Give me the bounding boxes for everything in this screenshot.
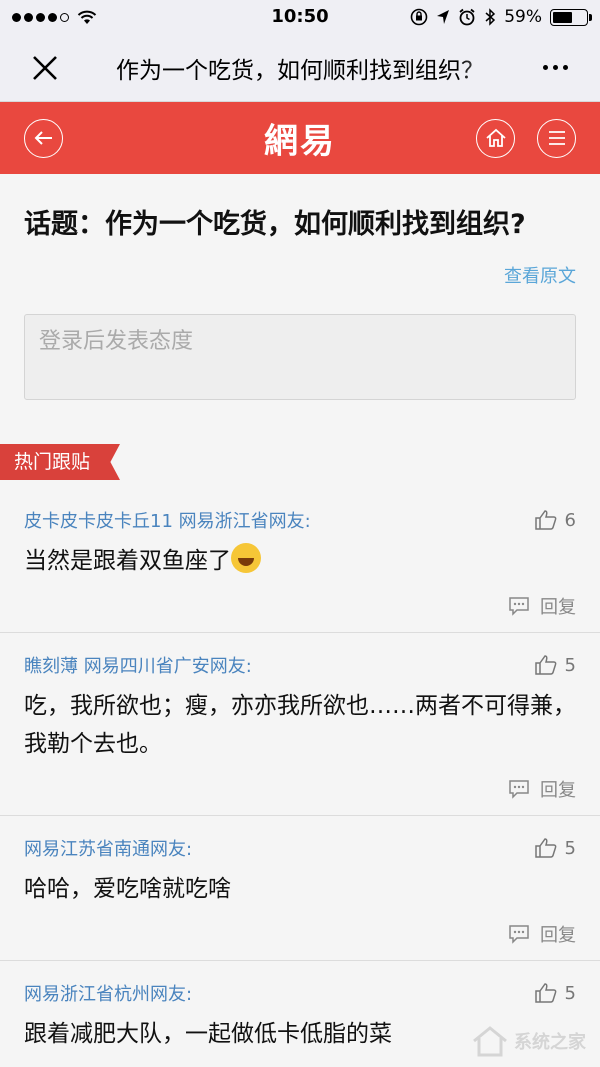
comment-item: 皮卡皮卡皮卡丘11 网易浙江省网友: 6 当然是跟着双鱼座了 回复 xyxy=(0,488,600,633)
view-original-link[interactable]: 查看原文 xyxy=(0,246,600,288)
signal-icon xyxy=(12,12,69,22)
menu-icon xyxy=(548,131,565,145)
more-button[interactable] xyxy=(510,65,600,70)
comment-bubble-icon[interactable] xyxy=(508,924,530,944)
comment-item: 瞧刻薄 网易四川省广安网友: 5 吃，我所欲也；瘦，亦亦我所欲也……两者不可得兼… xyxy=(0,633,600,816)
thumbs-up-icon xyxy=(534,510,556,530)
page-title: 作为一个吃货，如何顺利找到组织？ xyxy=(116,57,484,84)
home-icon xyxy=(485,128,506,147)
like-button[interactable]: 5 xyxy=(534,654,576,676)
thumbs-up-icon xyxy=(534,655,556,675)
menu-button[interactable] xyxy=(537,118,576,158)
comment-author[interactable]: 瞧刻薄 网易四川省广安网友: xyxy=(24,652,252,678)
hot-comments-label: 热门跟贴 xyxy=(0,444,120,480)
comment-text: 哈哈，爱吃啥就吃啥 xyxy=(24,876,231,902)
site-header: 網易 xyxy=(0,102,600,174)
like-count: 6 xyxy=(564,509,576,531)
comment-author[interactable]: 网易江苏省南通网友: xyxy=(24,835,192,861)
close-icon xyxy=(33,55,57,80)
comment-bubble-icon[interactable] xyxy=(508,779,530,799)
topic-title: 话题：作为一个吃货，如何顺利找到组织? xyxy=(24,209,526,240)
like-button[interactable]: 5 xyxy=(534,837,576,859)
location-icon xyxy=(437,10,450,24)
rotation-lock-icon xyxy=(410,8,428,26)
bluetooth-icon xyxy=(485,8,496,26)
battery-percent: 59% xyxy=(504,7,542,27)
watermark: 系统之家 xyxy=(472,1025,586,1057)
reply-button[interactable]: 回复 xyxy=(540,776,576,802)
thumbs-up-icon xyxy=(534,983,556,1003)
comment-text: 吃，我所欲也；瘦，亦亦我所欲也……两者不可得兼，我勒个去也。 xyxy=(24,693,576,757)
comment-list: 皮卡皮卡皮卡丘11 网易浙江省网友: 6 当然是跟着双鱼座了 回复 瞧刻薄 网易… xyxy=(0,488,600,1053)
reply-button[interactable]: 回复 xyxy=(540,593,576,619)
watermark-text: 系统之家 xyxy=(514,1032,586,1053)
hot-comments-tag: 热门跟贴 xyxy=(0,444,120,480)
house-logo-icon xyxy=(473,1026,507,1057)
laughing-emoji-icon xyxy=(231,543,261,573)
like-count: 5 xyxy=(564,982,576,1004)
wifi-icon xyxy=(77,10,97,24)
battery-icon xyxy=(550,8,592,26)
thumbs-up-icon xyxy=(534,838,556,858)
comment-author[interactable]: 网易浙江省杭州网友: xyxy=(24,980,192,1006)
like-count: 5 xyxy=(564,837,576,859)
close-button[interactable] xyxy=(0,55,90,81)
comment-bubble-icon[interactable] xyxy=(508,596,530,616)
comment-input[interactable]: 登录后发表态度 xyxy=(24,314,576,400)
back-button[interactable] xyxy=(24,118,63,158)
clock-time: 10:50 xyxy=(271,6,329,27)
comment-author[interactable]: 皮卡皮卡皮卡丘11 网易浙江省网友: xyxy=(24,507,311,533)
status-bar: 10:50 59% xyxy=(0,0,600,34)
reply-button[interactable]: 回复 xyxy=(540,921,576,947)
netease-logo[interactable]: 網易 xyxy=(264,114,336,163)
like-button[interactable]: 6 xyxy=(534,509,576,531)
arrow-left-icon xyxy=(34,131,52,145)
alarm-icon xyxy=(459,8,475,26)
comment-text: 当然是跟着双鱼座了 xyxy=(24,542,576,580)
like-button[interactable]: 5 xyxy=(534,982,576,1004)
like-count: 5 xyxy=(564,654,576,676)
title-bar: 作为一个吃货，如何顺利找到组织？ xyxy=(0,34,600,102)
comment-item: 网易江苏省南通网友: 5 哈哈，爱吃啥就吃啥 回复 xyxy=(0,816,600,961)
home-button[interactable] xyxy=(476,118,515,158)
